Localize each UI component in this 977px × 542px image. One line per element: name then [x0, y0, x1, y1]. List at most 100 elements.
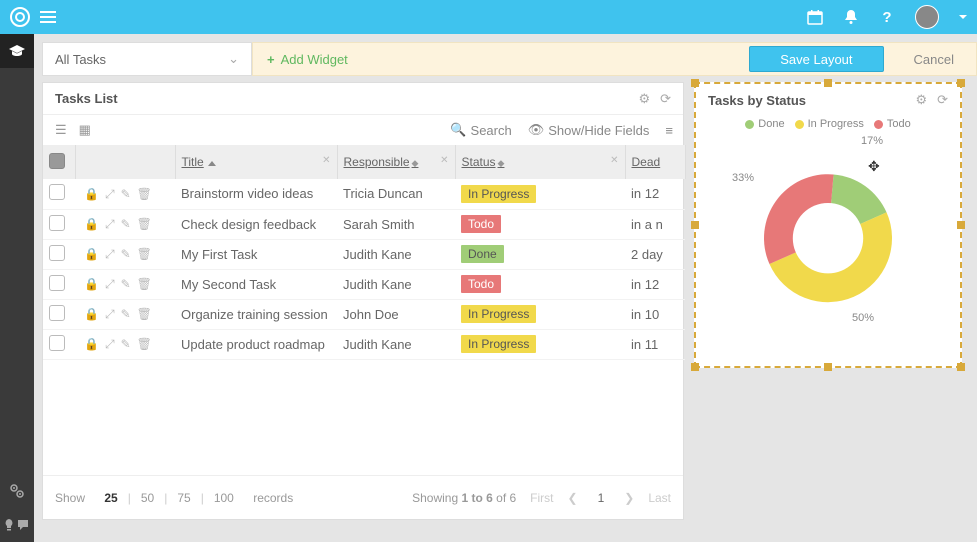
- row-checkbox[interactable]: [49, 245, 65, 261]
- expand-icon[interactable]: ⤢: [105, 277, 115, 291]
- donut-chart: 17% 50% 33% ✥: [696, 130, 960, 340]
- actions-header: [75, 145, 175, 179]
- search-button[interactable]: 🔍Search: [450, 122, 511, 138]
- table-row[interactable]: 🔒⤢✎🗑My Second TaskJudith KaneTodoin 12: [43, 269, 685, 299]
- table-row[interactable]: 🔒⤢✎🗑Organize training sessionJohn DoeIn …: [43, 299, 685, 329]
- trash-icon[interactable]: 🗑: [137, 337, 152, 351]
- chart-legend: DoneIn ProgressTodo: [696, 118, 960, 130]
- cell-deadline: in 12: [625, 269, 685, 299]
- bell-icon[interactable]: [843, 9, 859, 25]
- expand-icon[interactable]: ⤢: [105, 217, 115, 231]
- table-row[interactable]: 🔒⤢✎🗑Brainstorm video ideasTricia DuncanI…: [43, 179, 685, 209]
- row-checkbox[interactable]: [49, 184, 65, 200]
- row-checkbox[interactable]: [49, 275, 65, 291]
- trash-icon[interactable]: 🗑: [137, 217, 152, 231]
- refresh-icon[interactable]: ⟳: [660, 91, 671, 107]
- responsible-column-header[interactable]: Responsible◆✕: [337, 145, 455, 179]
- expand-icon[interactable]: ⤢: [105, 247, 115, 261]
- row-checkbox[interactable]: [49, 305, 65, 321]
- chevron-down-icon: ⌄: [228, 51, 239, 67]
- lock-icon[interactable]: 🔒: [84, 217, 99, 231]
- resize-handle-s[interactable]: [824, 363, 832, 371]
- resize-handle-n[interactable]: [824, 79, 832, 87]
- remove-column-icon[interactable]: ✕: [322, 155, 330, 166]
- tasks-by-status-panel[interactable]: Tasks by Status ⚙ ⟳ DoneIn ProgressTodo …: [694, 82, 962, 368]
- dashboard-content: Tasks List ⚙ ⟳ ☰ ▦ 🔍Search 👁Show/Hide Fi…: [42, 82, 977, 542]
- expand-icon[interactable]: ⤢: [105, 337, 115, 351]
- move-cursor-icon: ✥: [868, 158, 880, 175]
- table-row[interactable]: 🔒⤢✎🗑Update product roadmapJudith KaneIn …: [43, 329, 685, 359]
- title-column-header[interactable]: Title✕: [175, 145, 337, 179]
- calendar-icon[interactable]: [807, 9, 823, 25]
- page-size-25[interactable]: 25: [100, 491, 121, 505]
- edit-icon[interactable]: ✎: [121, 307, 131, 321]
- task-filter-dropdown[interactable]: All Tasks ⌄: [42, 42, 252, 76]
- user-avatar[interactable]: [915, 5, 939, 29]
- tasks-table: Title✕ Responsible◆✕ Status◆✕ Dead 🔒⤢✎🗑B…: [43, 145, 686, 360]
- expand-icon[interactable]: ⤢: [105, 187, 115, 201]
- table-row[interactable]: 🔒⤢✎🗑Check design feedbackSarah SmithTodo…: [43, 209, 685, 239]
- status-column-header[interactable]: Status◆✕: [455, 145, 625, 179]
- next-page-button[interactable]: ❯: [624, 491, 634, 505]
- gear-icon[interactable]: ⚙: [638, 91, 650, 107]
- select-all-header[interactable]: [43, 145, 75, 179]
- edit-icon[interactable]: ✎: [121, 247, 131, 261]
- lock-icon[interactable]: 🔒: [84, 337, 99, 351]
- edit-icon[interactable]: ✎: [121, 187, 131, 201]
- cell-responsible: Judith Kane: [337, 329, 455, 359]
- trash-icon[interactable]: 🗑: [137, 247, 152, 261]
- resize-handle-se[interactable]: [957, 363, 965, 371]
- row-checkbox[interactable]: [49, 215, 65, 231]
- page-size-100[interactable]: 100: [210, 491, 238, 505]
- page-size-50[interactable]: 50: [137, 491, 158, 505]
- trash-icon[interactable]: 🗑: [137, 277, 152, 291]
- menu-toggle-icon[interactable]: [40, 8, 56, 26]
- add-widget-button[interactable]: + Add Widget: [267, 52, 348, 67]
- page-size-75[interactable]: 75: [173, 491, 194, 505]
- cell-title: Organize training session: [175, 299, 337, 329]
- lock-icon[interactable]: 🔒: [84, 307, 99, 321]
- grid-view-icon[interactable]: ▦: [77, 120, 93, 140]
- edit-icon[interactable]: ✎: [121, 277, 131, 291]
- expand-icon[interactable]: ⤢: [105, 307, 115, 321]
- cell-responsible: Sarah Smith: [337, 209, 455, 239]
- trash-icon[interactable]: 🗑: [137, 307, 152, 321]
- records-label: records: [253, 491, 293, 505]
- trash-icon[interactable]: 🗑: [137, 187, 152, 201]
- prev-page-button[interactable]: ❮: [568, 491, 578, 505]
- rail-item-tips[interactable]: [0, 508, 34, 542]
- show-hide-fields-button[interactable]: 👁Show/Hide Fields: [528, 122, 650, 138]
- table-row[interactable]: 🔒⤢✎🗑My First TaskJudith KaneDone2 day: [43, 239, 685, 269]
- deadline-column-header[interactable]: Dead: [625, 145, 685, 179]
- gear-icon[interactable]: ⚙: [915, 92, 927, 108]
- save-layout-button[interactable]: Save Layout: [749, 46, 883, 72]
- panel-title: Tasks List: [55, 91, 118, 106]
- lock-icon[interactable]: 🔒: [84, 187, 99, 201]
- more-menu-icon[interactable]: ≡: [665, 123, 673, 138]
- rail-item-learn[interactable]: [0, 34, 34, 68]
- row-checkbox[interactable]: [49, 335, 65, 351]
- show-label: Show: [55, 491, 85, 505]
- resize-handle-ne[interactable]: [957, 79, 965, 87]
- panel-title: Tasks by Status: [708, 93, 806, 108]
- edit-icon[interactable]: ✎: [121, 217, 131, 231]
- lock-icon[interactable]: 🔒: [84, 277, 99, 291]
- lock-icon[interactable]: 🔒: [84, 247, 99, 261]
- list-view-icon[interactable]: ☰: [53, 120, 69, 140]
- first-page-button[interactable]: First: [530, 491, 553, 505]
- legend-dot-icon: [745, 120, 754, 129]
- remove-column-icon[interactable]: ✕: [610, 155, 618, 166]
- cancel-button[interactable]: Cancel: [914, 52, 954, 67]
- rail-item-settings[interactable]: [0, 474, 34, 508]
- user-menu-caret-icon[interactable]: [959, 15, 967, 19]
- remove-column-icon[interactable]: ✕: [440, 155, 448, 166]
- resize-handle-sw[interactable]: [691, 363, 699, 371]
- cell-responsible: Judith Kane: [337, 269, 455, 299]
- refresh-icon[interactable]: ⟳: [937, 92, 948, 108]
- help-icon[interactable]: ?: [879, 9, 895, 25]
- edit-icon[interactable]: ✎: [121, 337, 131, 351]
- cell-deadline: 2 day: [625, 239, 685, 269]
- cell-responsible: Tricia Duncan: [337, 179, 455, 209]
- resize-handle-nw[interactable]: [691, 79, 699, 87]
- last-page-button[interactable]: Last: [648, 491, 671, 505]
